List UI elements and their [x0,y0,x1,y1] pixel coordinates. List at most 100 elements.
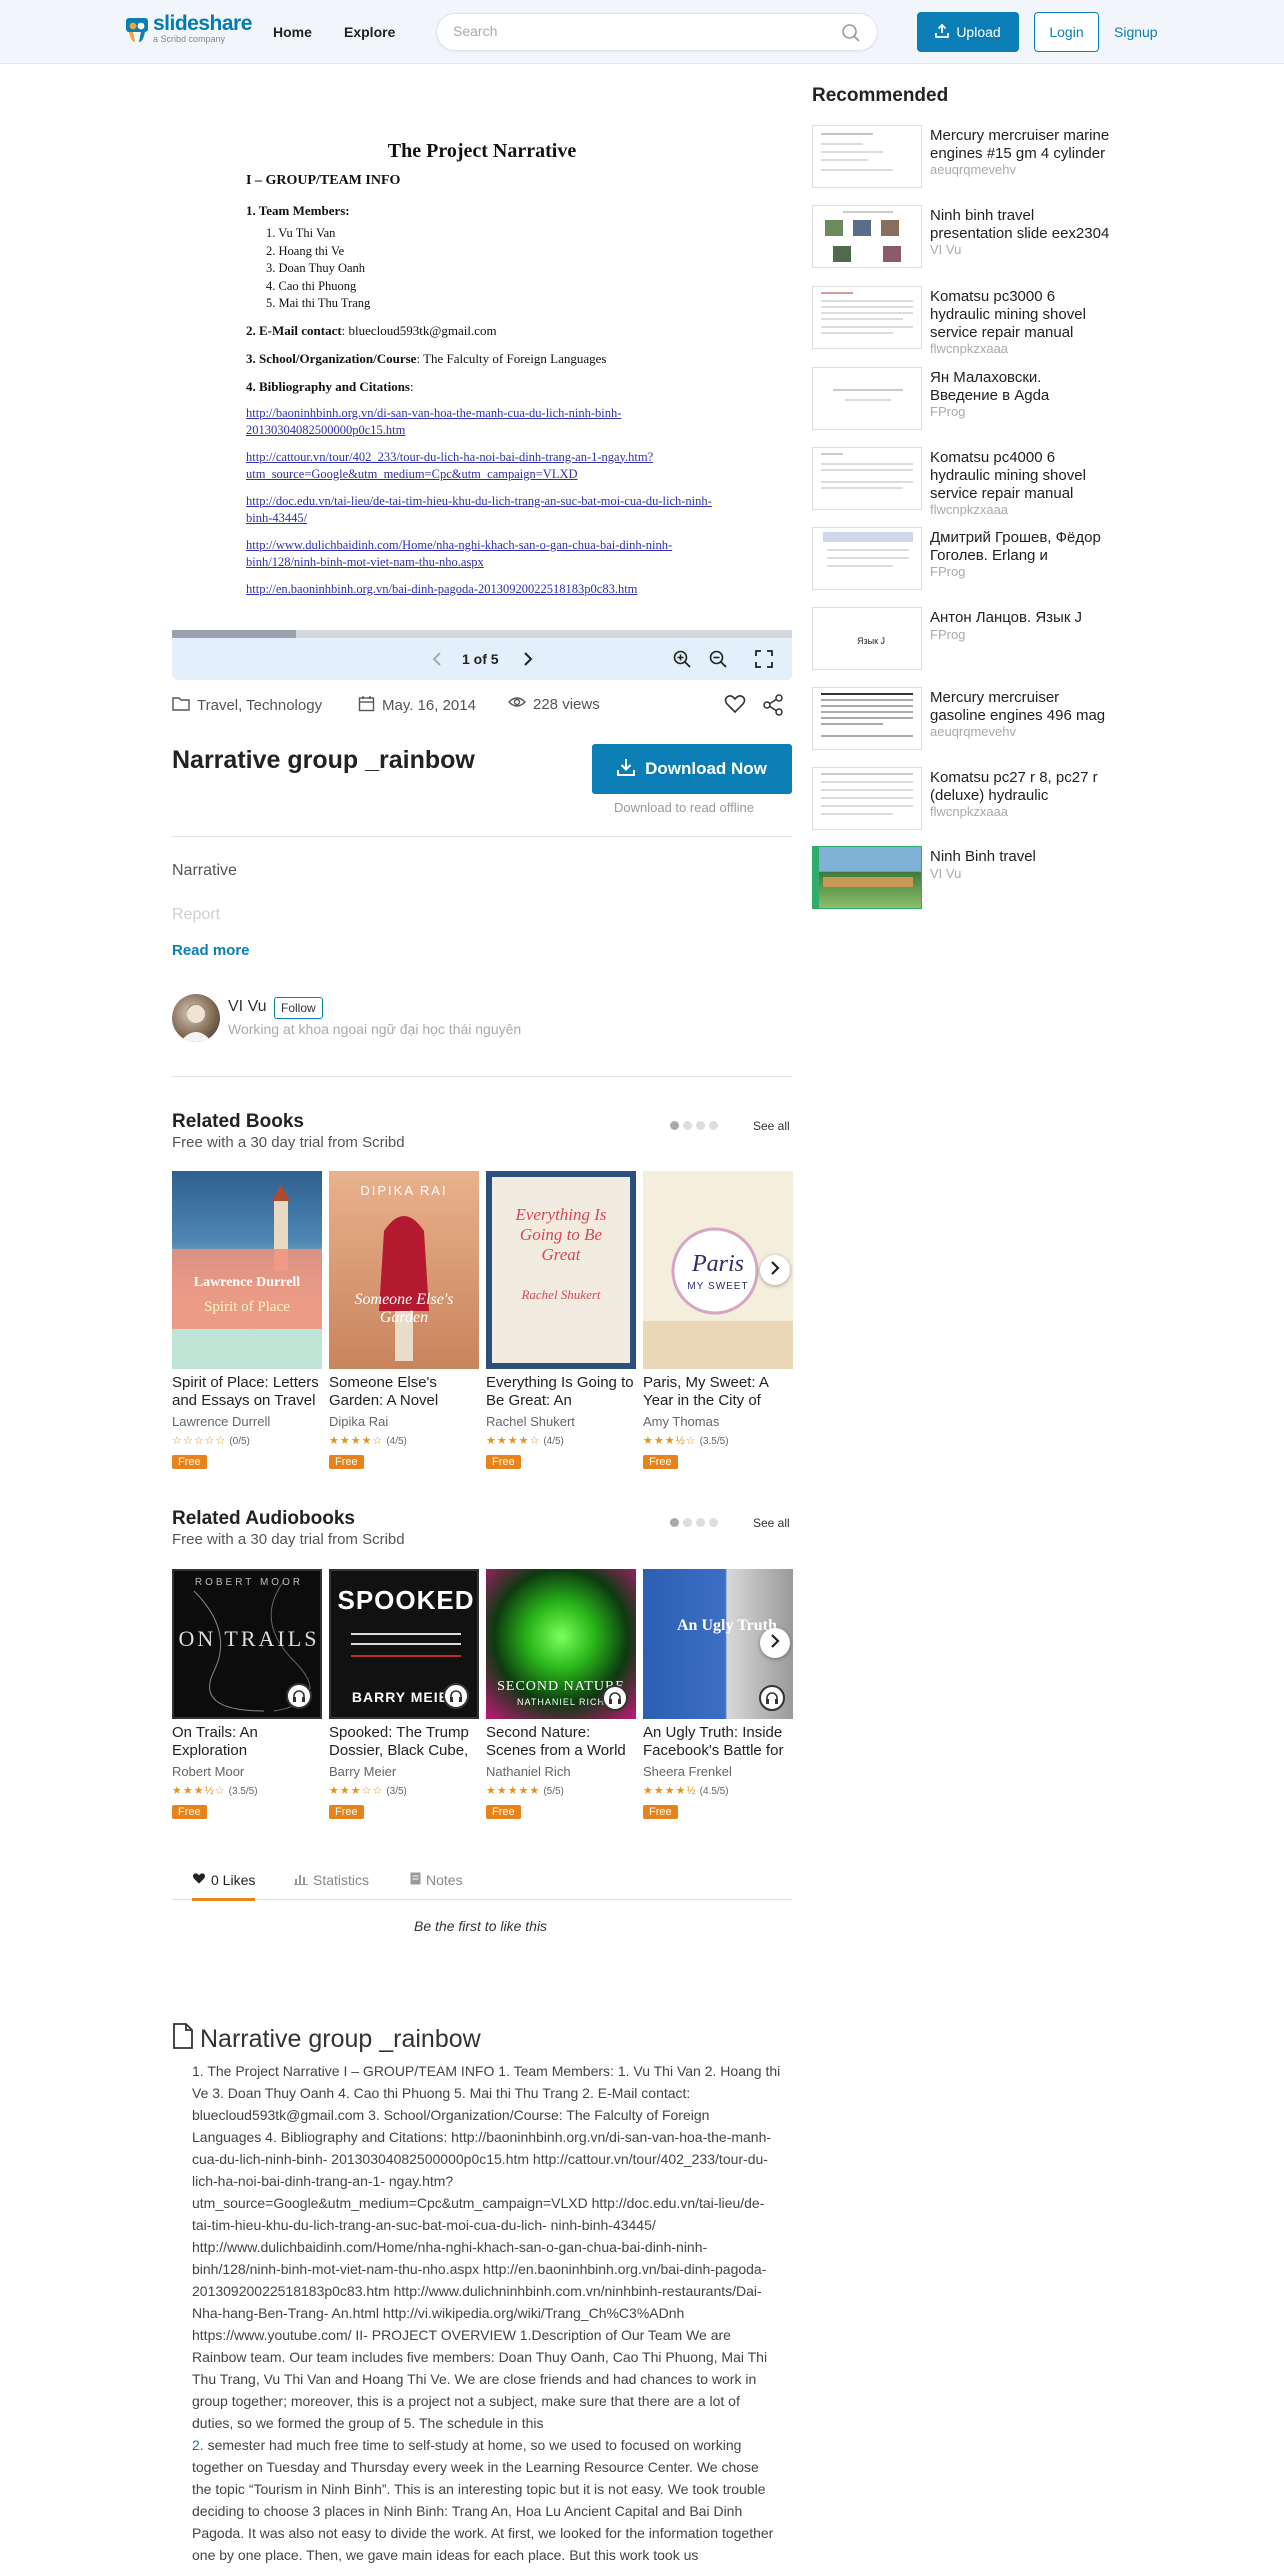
audiobook-card[interactable]: SECOND NATURE NATHANIEL RICH Second Natu… [486,1569,636,1820]
recommended-item-title[interactable]: Komatsu pc4000 6 hydraulic mining shovel… [930,449,1110,503]
author-name[interactable]: VI Vu [228,998,267,1016]
book-card[interactable]: DIPIKA RAI Someone Else's Garden Someone… [329,1171,479,1470]
tab-likes[interactable]: 0 Likes [192,1872,256,1901]
audiobook-title[interactable]: On Trails: An Exploration [172,1724,322,1760]
search-input[interactable] [453,23,823,39]
recommended-item[interactable]: Ninh Binh travel VI Vu [812,846,1112,914]
author-workplace: Working at khoa ngoai ngữ đại học thái n… [228,1021,522,1037]
recommended-item[interactable]: Komatsu pc3000 6 hydraulic mining shovel… [812,286,1112,356]
book-title[interactable]: Spirit of Place: Letters and Essays on T… [172,1374,322,1410]
rating-value: (3.5/5) [228,1786,258,1797]
recommended-thumbnail[interactable] [812,286,922,349]
nav-explore[interactable]: Explore [344,24,395,40]
zoom-out-icon[interactable] [708,649,728,674]
book-card[interactable]: Paris MY SWEET Paris, My Sweet: A Year i… [643,1171,793,1470]
recommended-thumbnail[interactable]: Язык J [812,607,922,670]
login-button[interactable]: Login [1034,12,1099,52]
recommended-item-title[interactable]: Mercury mercruiser gasoline engines 496 … [930,689,1110,725]
tab-notes[interactable]: Notes [410,1872,463,1888]
recommended-thumbnail[interactable] [812,767,922,830]
audiobook-cover[interactable]: SECOND NATURE NATHANIEL RICH [486,1569,636,1719]
recommended-thumbnail[interactable] [812,125,922,188]
book-cover[interactable]: Lawrence Durrell Spirit of Place [172,1171,322,1369]
transcript-slide-number[interactable]: 2. [192,2437,204,2453]
audiobook-card[interactable]: An Ugly Truth An Ugly Truth: Inside Face… [643,1569,793,1820]
upload-button[interactable]: Upload [917,12,1019,52]
follow-button[interactable]: Follow [274,997,323,1019]
viewer-progress-fill [172,630,296,638]
audiobooks-see-all-link[interactable]: See all [753,1516,790,1530]
recommended-item[interactable]: Komatsu pc4000 6 hydraulic mining shovel… [812,447,1112,517]
doc-link[interactable]: http://baoninhbinh.org.vn/di-san-van-hoa… [246,405,716,439]
doc-link[interactable]: http://en.baoninhbinh.org.vn/bai-dinh-pa… [246,581,716,598]
zoom-in-icon[interactable] [672,649,692,674]
books-carousel-next-button[interactable] [760,1255,790,1285]
recommended-item-title[interactable]: Антон Ланцов. Язык J [930,609,1110,627]
audiobook-card[interactable]: ON TRAILS ROBERT MOOR On Trails: An Expl… [172,1569,322,1820]
next-page-icon[interactable] [518,649,538,674]
categories-text[interactable]: Travel, Technology [197,697,322,714]
book-title[interactable]: Everything Is Going to Be Great: An Unde… [486,1374,636,1410]
book-cover[interactable]: Everything Is Going to Be Great Rachel S… [486,1171,636,1369]
heart-icon[interactable] [724,694,746,719]
recommended-item[interactable]: Komatsu pc27 r 8, pc27 r (deluxe) hydrau… [812,767,1112,835]
divider [172,1076,792,1077]
recommended-item[interactable]: Ninh binh travel presentation slide eex2… [812,205,1112,273]
signup-link[interactable]: Signup [1114,24,1158,40]
recommended-item[interactable]: Ян Малаховски. Введение в Agda FProg [812,367,1112,435]
audiobook-card[interactable]: SPOOKED BARRY MEIER Spooked: The Trump D… [329,1569,479,1820]
categories-meta[interactable]: Travel, Technology [172,695,322,715]
audiobook-cover[interactable]: ON TRAILS ROBERT MOOR [172,1569,322,1719]
books-see-all-link[interactable]: See all [753,1119,790,1133]
recommended-item[interactable]: Mercury mercruiser gasoline engines 496 … [812,687,1112,755]
free-badge: Free [172,1805,207,1819]
search-icon[interactable] [841,23,861,48]
doc-link[interactable]: http://cattour.vn/tour/402_233/tour-du-l… [246,449,716,483]
recommended-item-title[interactable]: Ninh Binh travel [930,848,1110,866]
nav-home[interactable]: Home [273,24,312,40]
recommended-thumbnail[interactable] [812,846,922,909]
doc-link[interactable]: http://doc.edu.vn/tai-lieu/de-tai-tim-hi… [246,493,716,527]
recommended-thumbnail[interactable] [812,687,922,750]
recommended-thumbnail[interactable] [812,205,922,268]
share-icon[interactable] [762,694,784,721]
rating-stars: ★★★★☆ (4/5) [486,1434,636,1447]
book-card[interactable]: Lawrence Durrell Spirit of Place Spirit … [172,1171,322,1470]
audiobook-title[interactable]: Second Nature: Scenes from a World Remad… [486,1724,636,1760]
carousel-dots[interactable] [670,1518,718,1527]
book-card[interactable]: Everything Is Going to Be Great Rachel S… [486,1171,636,1470]
slideshare-logo-icon [125,16,148,42]
recommended-thumbnail[interactable] [812,367,922,430]
book-title[interactable]: Someone Else's Garden: A Novel [329,1374,479,1410]
carousel-dots[interactable] [670,1121,718,1130]
document-page-preview[interactable]: The Project Narrative I – GROUP/TEAM INF… [172,110,792,630]
fullscreen-icon[interactable] [754,649,774,674]
previous-page-icon[interactable] [427,649,447,674]
recommended-item-title[interactable]: Ninh binh travel presentation slide eex2… [930,207,1110,243]
recommended-item-title[interactable]: Ян Малаховски. Введение в Agda [930,369,1110,405]
recommended-item[interactable]: Mercury mercruiser marine engines #15 gm… [812,125,1112,193]
author-avatar[interactable] [172,994,220,1042]
recommended-item[interactable]: Дмитрий Грошев, Фёдор Гоголев. Erlang и … [812,527,1112,595]
audiobook-cover[interactable]: SPOOKED BARRY MEIER [329,1569,479,1719]
slideshare-logo[interactable]: slideshare a Scribd company [125,13,252,44]
recommended-thumbnail[interactable] [812,447,922,510]
audiobook-title[interactable]: An Ugly Truth: Inside Facebook's Battle … [643,1724,793,1760]
download-button[interactable]: Download Now [592,744,792,794]
recommended-item-title[interactable]: Komatsu pc3000 6 hydraulic mining shovel… [930,288,1110,342]
doc-link[interactable]: http://www.dulichbaidinh.com/Home/nha-ng… [246,537,716,571]
book-cover[interactable]: DIPIKA RAI Someone Else's Garden [329,1171,479,1369]
recommended-item-title[interactable]: Дмитрий Грошев, Фёдор Гоголев. Erlang и … [930,529,1110,565]
book-title[interactable]: Paris, My Sweet: A Year in the City of L… [643,1374,793,1410]
read-more-link[interactable]: Read more [172,942,250,959]
audiobooks-carousel-next-button[interactable] [760,1628,790,1658]
recommended-thumbnail[interactable] [812,527,922,590]
recommended-item[interactable]: Язык J Антон Ланцов. Язык J FProg [812,607,1112,675]
stars-glyphs: ★★★★½ [643,1785,697,1797]
recommended-item-title[interactable]: Mercury mercruiser marine engines #15 gm… [930,127,1110,163]
heart-filled-icon [192,1872,206,1888]
viewer-progress-bar[interactable] [172,630,792,638]
tab-statistics[interactable]: Statistics [294,1872,369,1888]
recommended-item-title[interactable]: Komatsu pc27 r 8, pc27 r (deluxe) hydrau… [930,769,1110,805]
audiobook-title[interactable]: Spooked: The Trump Dossier, Black Cube, … [329,1724,479,1760]
